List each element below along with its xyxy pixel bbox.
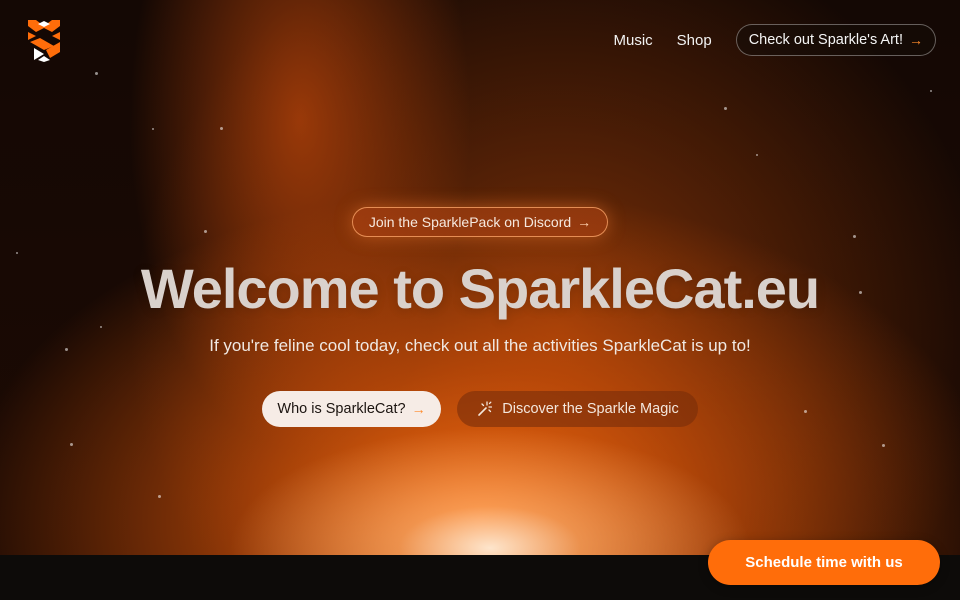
check-out-art-label: Check out Sparkle's Art! — [748, 32, 903, 48]
discover-sparkle-magic-label: Discover the Sparkle Magic — [502, 401, 679, 417]
sparkle-particle — [100, 326, 102, 328]
sparkle-particle — [220, 127, 223, 130]
sparkle-particle — [853, 235, 856, 238]
sparkle-particle — [804, 410, 807, 413]
sparkle-particle — [204, 230, 207, 233]
discover-sparkle-magic-button[interactable]: Discover the Sparkle Magic — [457, 391, 698, 427]
sparkle-particle — [756, 154, 758, 156]
sparkle-particle — [16, 252, 18, 254]
nav-link-shop[interactable]: Shop — [677, 32, 712, 49]
schedule-time-label: Schedule time with us — [745, 554, 903, 571]
arrow-right-icon: → — [411, 401, 426, 417]
arrow-right-icon: → — [909, 32, 923, 48]
sparkle-particle — [70, 443, 73, 446]
discord-invite-button[interactable]: Join the SparklePack on Discord → — [352, 207, 608, 237]
page-title: Welcome to SparkleCat.eu — [140, 257, 820, 320]
arrow-right-icon: → — [577, 214, 592, 230]
sparkle-particle — [158, 495, 161, 498]
schedule-time-button[interactable]: Schedule time with us — [708, 540, 940, 585]
discord-invite-label: Join the SparklePack on Discord — [368, 214, 572, 230]
sparkle-particle — [95, 72, 98, 75]
who-is-sparklecat-button[interactable]: Who is SparkleCat? → — [262, 391, 441, 427]
sparkle-particle — [882, 444, 885, 447]
check-out-art-button[interactable]: Check out Sparkle's Art! → — [735, 24, 936, 56]
magic-wand-icon — [478, 401, 493, 416]
sparkle-particle — [930, 90, 932, 92]
top-nav: Music Shop Check out Sparkle's Art! → — [613, 24, 936, 56]
nav-link-music[interactable]: Music — [613, 32, 652, 49]
who-is-sparklecat-label: Who is SparkleCat? — [277, 401, 406, 417]
sparkle-particle — [724, 107, 727, 110]
sparkle-particle — [152, 128, 154, 130]
sparklecat-logo[interactable] — [24, 18, 64, 62]
page-subtitle: If you're feline cool today, check out a… — [209, 336, 751, 355]
